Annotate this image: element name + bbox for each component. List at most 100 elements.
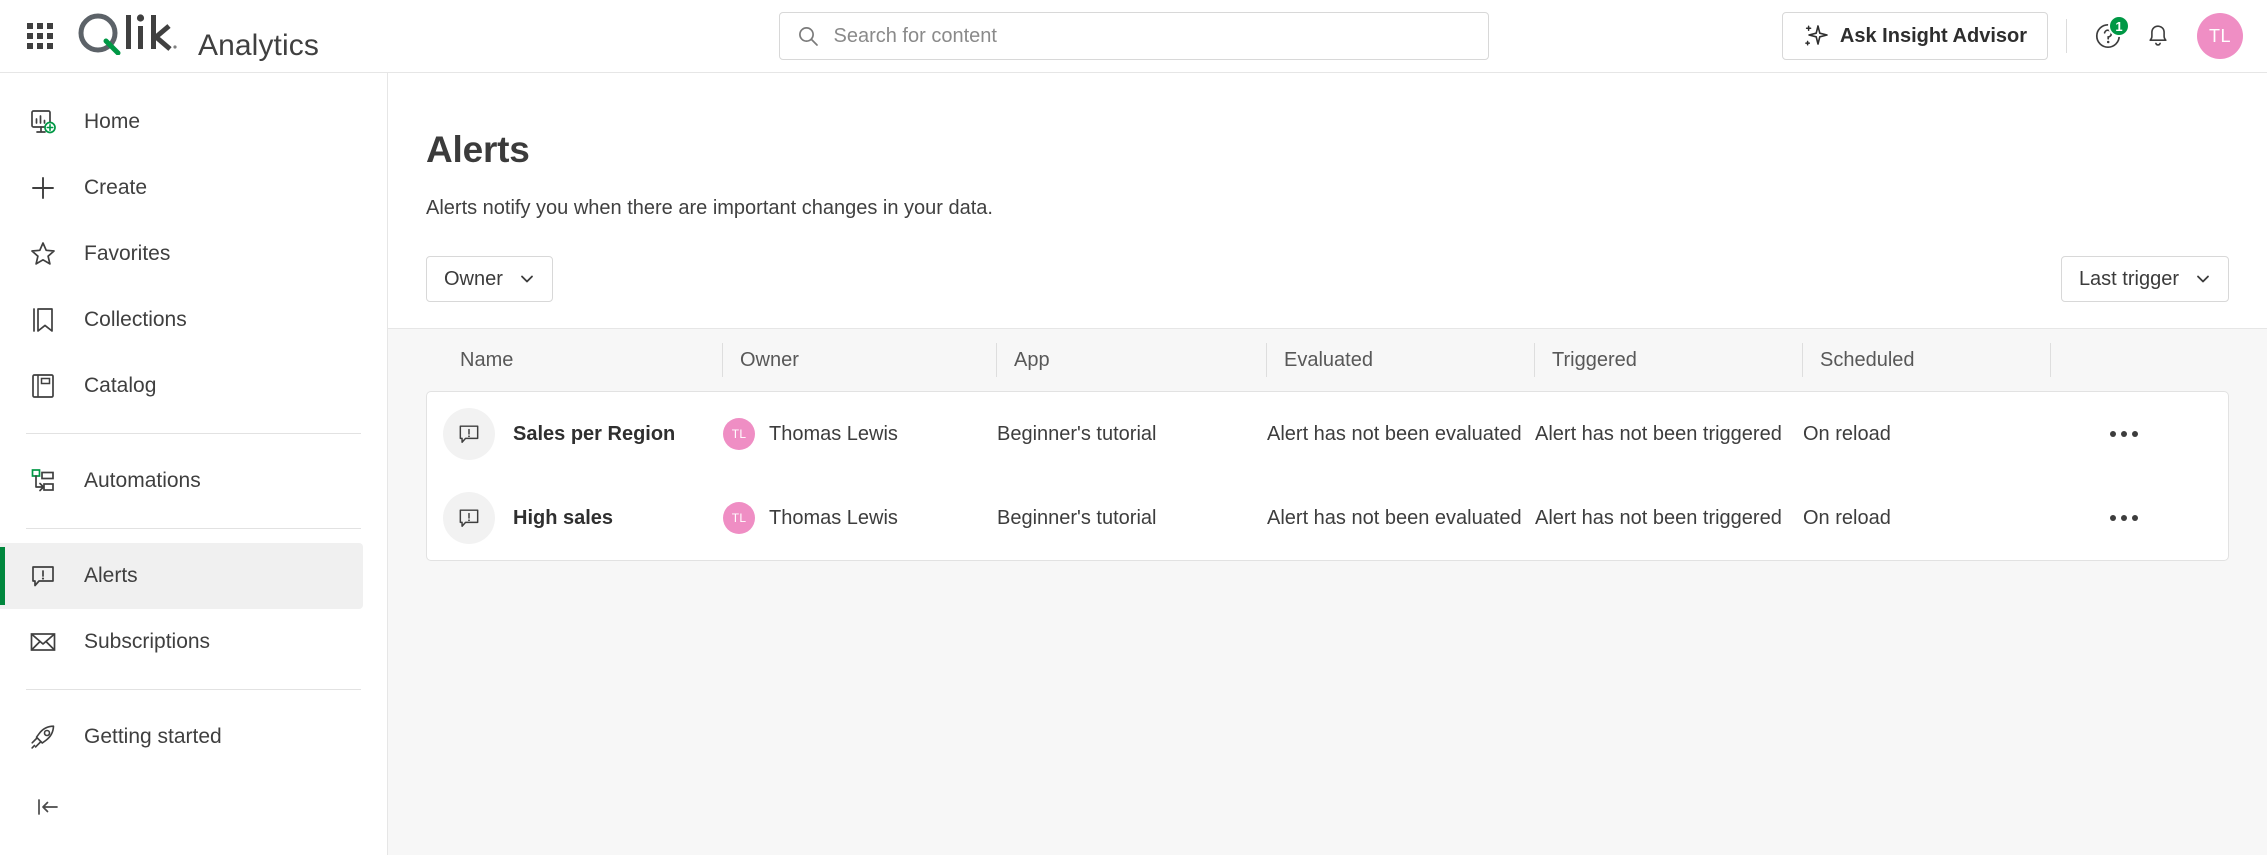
- table-row[interactable]: High sales TL Thomas Lewis Beginner's tu…: [427, 476, 2228, 560]
- alerts-table: Sales per Region TL Thomas Lewis Beginne…: [426, 391, 2229, 561]
- app-shell: Home Create Favorites: [0, 73, 2267, 855]
- table-column-headers: Name Owner App Evaluated Triggered Sched…: [426, 329, 2229, 391]
- sidebar-item-label: Favorites: [84, 242, 170, 266]
- sidebar-item-label: Getting started: [84, 725, 222, 749]
- owner-filter-label: Owner: [444, 268, 503, 291]
- more-options-button[interactable]: [2102, 496, 2146, 540]
- user-avatar-initials: TL: [2209, 26, 2231, 47]
- column-header-name[interactable]: Name: [442, 341, 722, 379]
- column-header-owner[interactable]: Owner: [722, 341, 996, 379]
- cell-triggered: Alert has not been triggered: [1535, 507, 1803, 530]
- page-title: Alerts: [426, 129, 2227, 171]
- ask-insight-advisor-label: Ask Insight Advisor: [1840, 25, 2027, 48]
- sidebar-item-favorites[interactable]: Favorites: [0, 221, 363, 287]
- book-icon: [26, 369, 60, 403]
- column-header-app[interactable]: App: [996, 341, 1266, 379]
- global-search: [779, 12, 1489, 60]
- owner-name-label: Thomas Lewis: [769, 507, 898, 530]
- home-chart-icon: [26, 105, 60, 139]
- sort-control-label: Last trigger: [2079, 268, 2179, 291]
- sidebar-item-subscriptions[interactable]: Subscriptions: [0, 609, 363, 675]
- sidebar-item-label: Automations: [84, 469, 201, 493]
- search-box[interactable]: [779, 12, 1489, 60]
- alert-bubble-icon: [443, 408, 495, 460]
- page-description: Alerts notify you when there are importa…: [426, 197, 2227, 220]
- owner-filter-button[interactable]: Owner: [426, 256, 553, 302]
- sidebar-item-home[interactable]: Home: [0, 89, 363, 155]
- sidebar-item-collections[interactable]: Collections: [0, 287, 363, 353]
- page-header: Alerts Alerts notify you when there are …: [388, 73, 2267, 220]
- owner-name-label: Thomas Lewis: [769, 423, 898, 446]
- brand-home-link[interactable]: Analytics: [76, 11, 319, 61]
- column-header-scheduled[interactable]: Scheduled: [1802, 341, 2050, 379]
- sparkle-icon: [1803, 23, 1829, 49]
- cell-evaluated: Alert has not been evaluated: [1267, 423, 1535, 446]
- cell-app: Beginner's tutorial: [997, 423, 1267, 446]
- cell-name: High sales: [443, 492, 723, 544]
- cell-owner: TL Thomas Lewis: [723, 502, 997, 534]
- sidebar-item-label: Create: [84, 176, 147, 200]
- automation-icon: [26, 464, 60, 498]
- sidebar-item-label: Subscriptions: [84, 630, 210, 654]
- envelope-icon: [26, 625, 60, 659]
- app-grid-icon: [27, 23, 53, 49]
- sidebar-footer: [0, 785, 387, 855]
- sidebar-item-label: Alerts: [84, 564, 138, 588]
- alert-bubble-icon: [443, 492, 495, 544]
- sidebar-divider-3: [26, 689, 361, 690]
- header-actions: Ask Insight Advisor 1 TL: [1782, 12, 2243, 60]
- more-options-icon: [2110, 515, 2116, 521]
- search-icon: [796, 24, 820, 48]
- cell-scheduled: On reload: [1803, 423, 2051, 446]
- bookmark-icon: [26, 303, 60, 337]
- sort-control-button[interactable]: Last trigger: [2061, 256, 2229, 302]
- bell-icon: [2144, 22, 2172, 50]
- collapse-sidebar-button[interactable]: [26, 785, 70, 829]
- cell-evaluated: Alert has not been evaluated: [1267, 507, 1535, 530]
- collapse-sidebar-icon: [34, 793, 62, 821]
- chevron-down-icon: [2195, 271, 2211, 287]
- sidebar-item-label: Collections: [84, 308, 187, 332]
- cell-owner: TL Thomas Lewis: [723, 418, 997, 450]
- cell-triggered: Alert has not been triggered: [1535, 423, 1803, 446]
- filter-toolbar: Owner Last trigger: [388, 220, 2267, 328]
- column-header-actions: [2050, 341, 2229, 379]
- notifications-button[interactable]: [2135, 13, 2181, 59]
- search-input[interactable]: [834, 25, 1472, 48]
- help-button[interactable]: 1: [2085, 13, 2131, 59]
- alerts-table-area: Name Owner App Evaluated Triggered Sched…: [388, 328, 2267, 855]
- cell-actions: [2051, 412, 2228, 456]
- rocket-icon: [26, 720, 60, 754]
- sidebar-item-automations[interactable]: Automations: [0, 448, 363, 514]
- help-notification-badge: 1: [2108, 15, 2130, 37]
- brand-name-label: Analytics: [198, 31, 319, 61]
- owner-avatar-initials: TL: [732, 427, 747, 441]
- sidebar-item-catalog[interactable]: Catalog: [0, 353, 363, 419]
- sidebar-item-getting-started[interactable]: Getting started: [0, 704, 363, 770]
- sidebar-item-alerts[interactable]: Alerts: [0, 543, 363, 609]
- ask-insight-advisor-button[interactable]: Ask Insight Advisor: [1782, 12, 2048, 60]
- owner-avatar-initials: TL: [732, 511, 747, 525]
- more-options-button[interactable]: [2102, 412, 2146, 456]
- sidebar-item-create[interactable]: Create: [0, 155, 363, 221]
- more-options-icon: [2110, 431, 2116, 437]
- qlik-logo: [76, 11, 182, 55]
- main-content: Alerts Alerts notify you when there are …: [388, 73, 2267, 855]
- star-icon: [26, 237, 60, 271]
- owner-avatar: TL: [723, 418, 755, 450]
- sidebar-divider-2: [26, 528, 361, 529]
- cell-name: Sales per Region: [443, 408, 723, 460]
- column-header-triggered[interactable]: Triggered: [1534, 341, 1802, 379]
- chevron-down-icon: [519, 271, 535, 287]
- column-header-evaluated[interactable]: Evaluated: [1266, 341, 1534, 379]
- sidebar-item-label: Catalog: [84, 374, 156, 398]
- alert-name-label: Sales per Region: [513, 423, 675, 446]
- cell-scheduled: On reload: [1803, 507, 2051, 530]
- cell-actions: [2051, 496, 2228, 540]
- user-avatar[interactable]: TL: [2197, 13, 2243, 59]
- top-header-bar: Analytics Ask Insight Advisor: [0, 0, 2267, 73]
- alert-name-label: High sales: [513, 507, 613, 530]
- table-row[interactable]: Sales per Region TL Thomas Lewis Beginne…: [427, 392, 2228, 476]
- sidebar-navigation: Home Create Favorites: [0, 73, 388, 855]
- app-grid-button[interactable]: [18, 14, 62, 58]
